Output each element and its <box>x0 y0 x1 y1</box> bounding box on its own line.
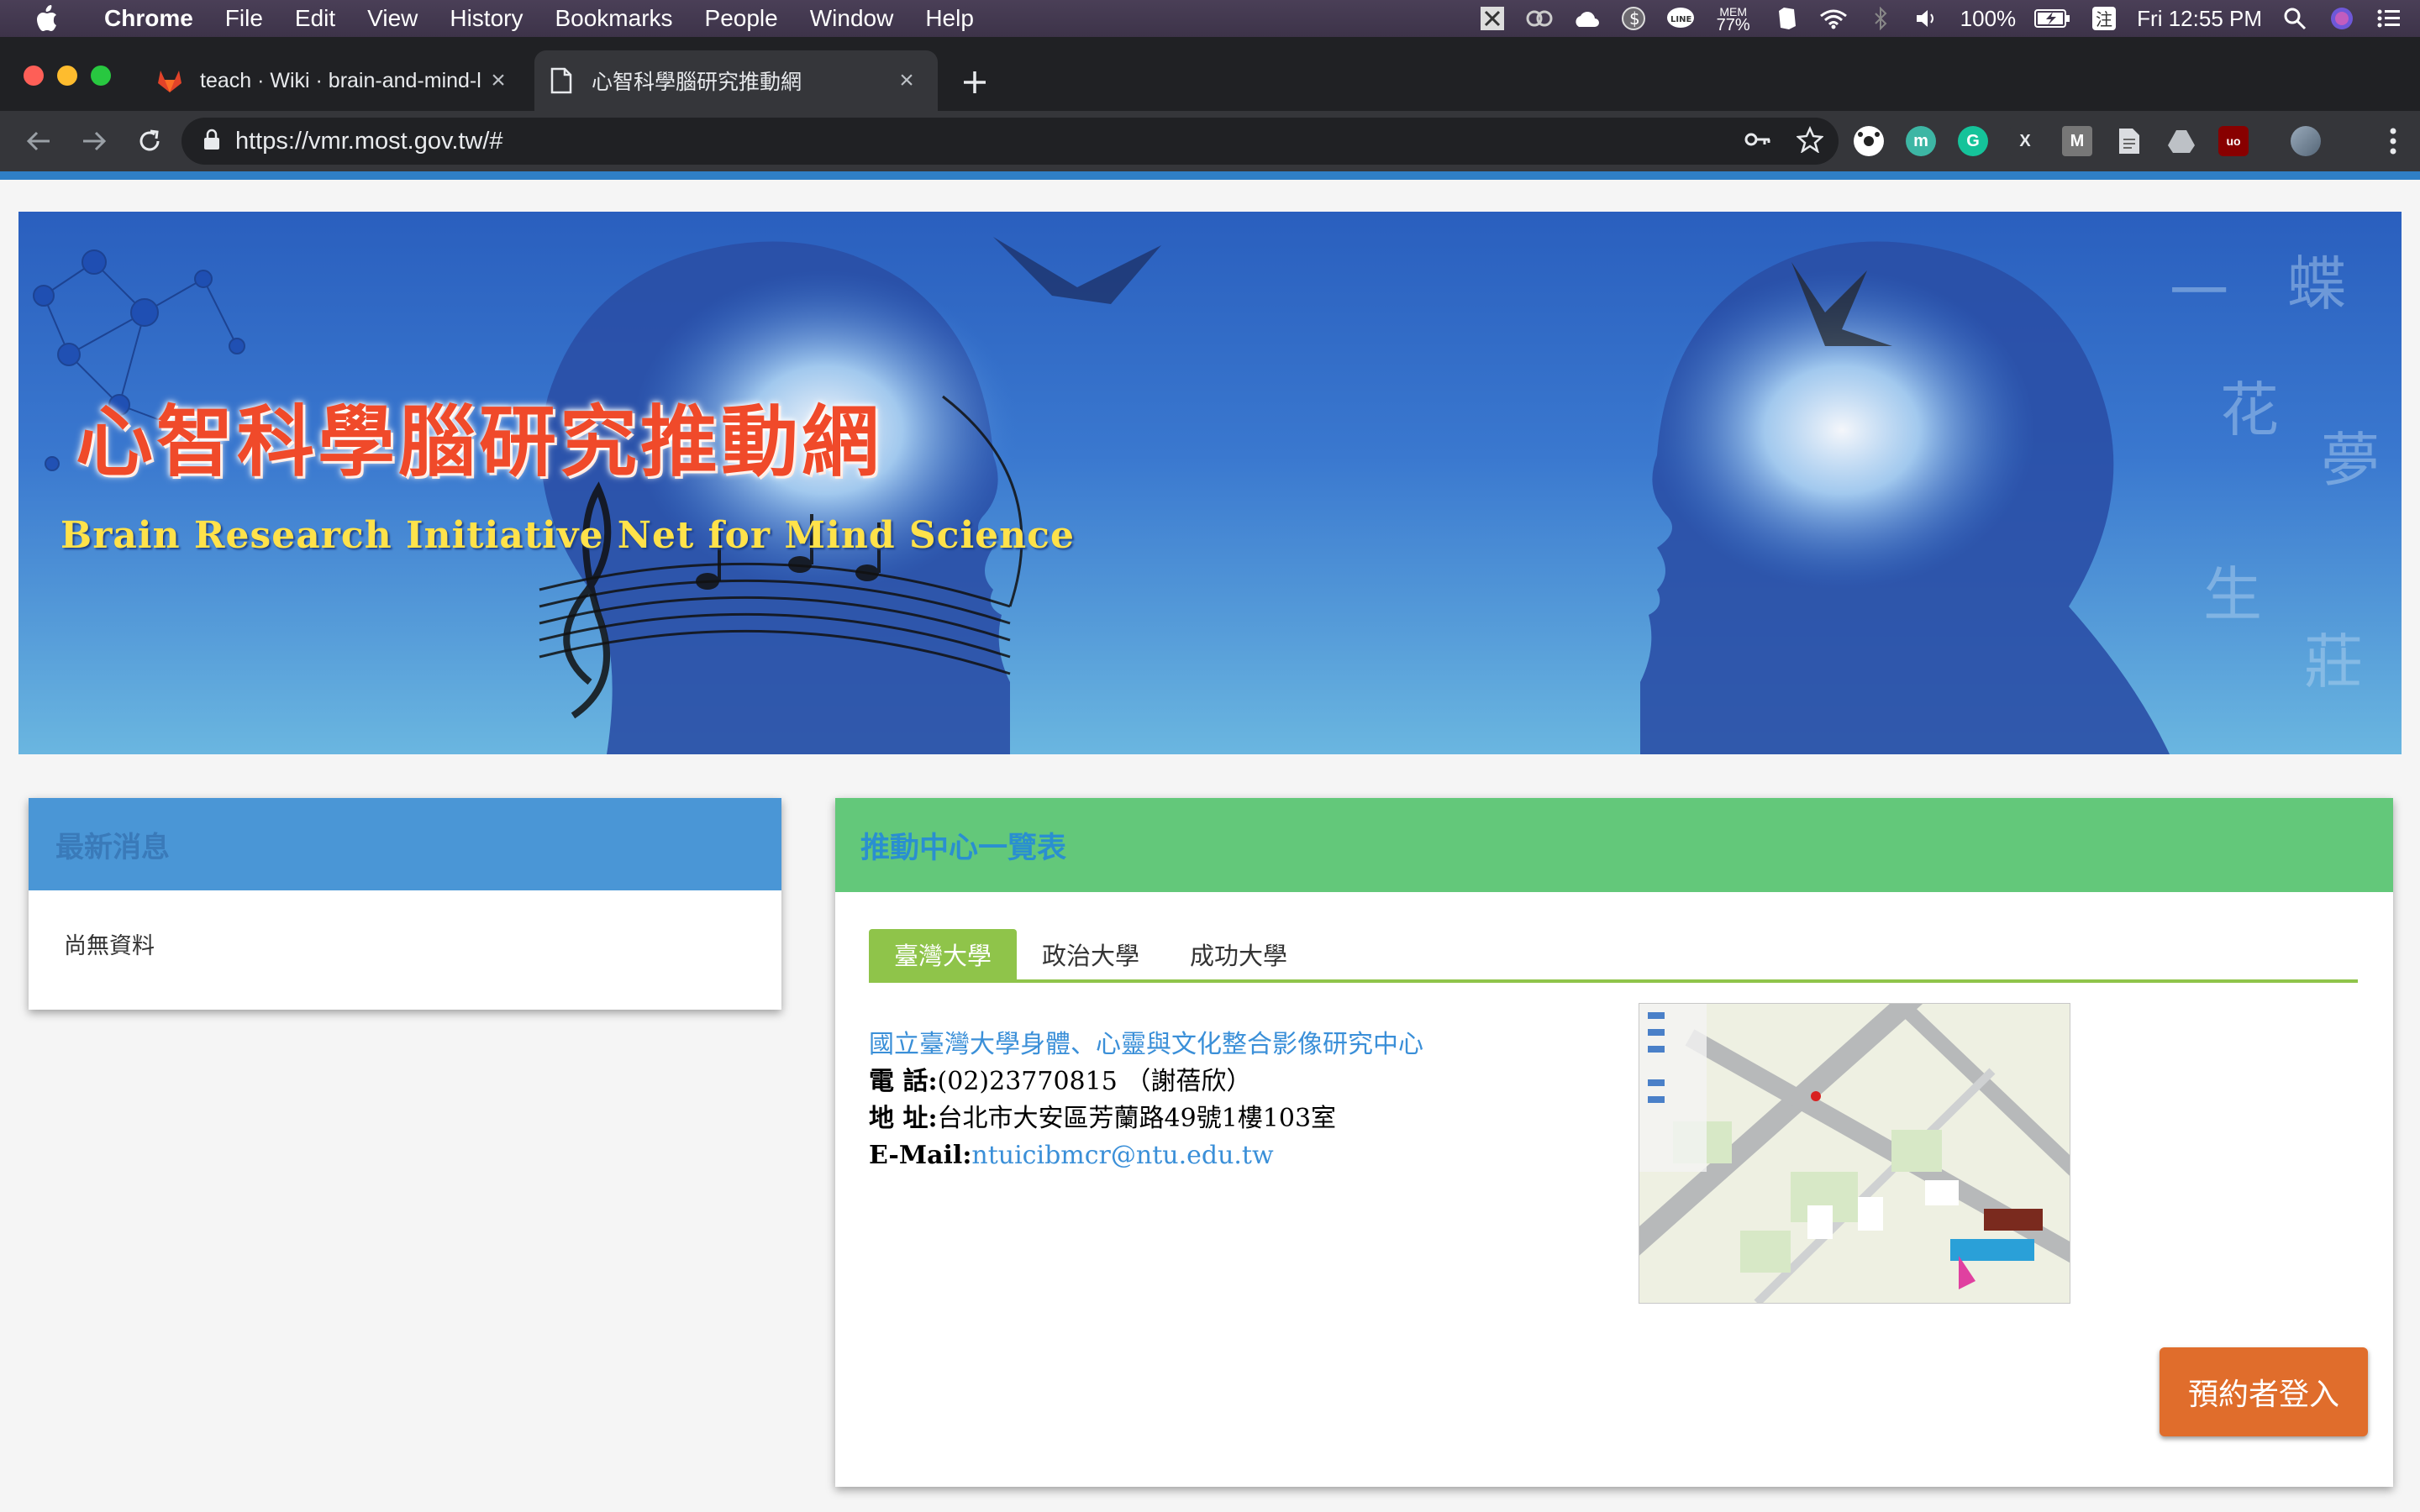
email-line: E-Mail:ntuicibmcr@ntu.edu.tw <box>869 1137 1423 1174</box>
svg-text:生: 生 <box>2203 560 2262 629</box>
dollar-app-icon[interactable]: $ <box>1619 6 1648 31</box>
url-text[interactable]: https://vmr.most.gov.tw/# <box>235 128 503 155</box>
location-map-image[interactable] <box>1639 1003 2070 1304</box>
x-extension-icon[interactable]: X <box>2010 126 2040 156</box>
phone-line: 電 話:(02)23770815 （謝蓓欣） <box>869 1063 1423 1100</box>
address-bar[interactable]: https://vmr.most.gov.tw/# <box>182 118 1839 165</box>
tab-nccu[interactable]: 政治大學 <box>1017 929 1165 979</box>
menu-clock[interactable]: Fri 12:55 PM <box>2137 6 2262 32</box>
m-extension-icon[interactable]: M <box>2062 126 2092 156</box>
address-line: 地 址:台北市大安區芳蘭路49號1樓103室 <box>869 1100 1423 1137</box>
center-panel-heading: 推動中心一覽表 <box>835 798 2393 892</box>
tab-gitlab-wiki[interactable]: teach · Wiki · brain-and-mind-l × <box>143 50 529 111</box>
ublock-icon[interactable]: uo <box>2218 126 2249 156</box>
menu-view[interactable]: View <box>367 5 418 32</box>
center-name-link[interactable]: 國立臺灣大學身體、心靈與文化整合影像研究中心 <box>869 1026 1423 1063</box>
svg-text:夢: 夢 <box>2321 426 2380 495</box>
x-app-icon[interactable] <box>1478 6 1507 31</box>
svg-text:莊: 莊 <box>2304 627 2363 696</box>
web-page: 一蝶 花夢 生莊 心智科學腦研究推動網 Brain Research Initi… <box>0 171 2420 1512</box>
phone-value: (02)23770815 （謝蓓欣） <box>937 1067 1252 1096</box>
document-icon <box>548 67 575 94</box>
profile-avatar[interactable] <box>2291 126 2321 156</box>
site-banner: 一蝶 花夢 生莊 心智科學腦研究推動網 Brain Research Initi… <box>18 212 2402 754</box>
new-tab-button[interactable] <box>956 64 993 101</box>
spotlight-search-icon[interactable] <box>2281 6 2309 31</box>
menu-window[interactable]: Window <box>810 5 894 32</box>
gitlab-icon <box>156 67 183 94</box>
docs-extension-icon[interactable] <box>2114 126 2144 156</box>
lock-icon[interactable] <box>203 129 220 155</box>
news-panel-heading: 最新消息 <box>29 798 781 890</box>
wifi-icon[interactable] <box>1819 6 1848 31</box>
close-icon[interactable]: × <box>894 66 919 94</box>
menu-people[interactable]: People <box>705 5 778 32</box>
drive-extension-icon[interactable] <box>2166 126 2196 156</box>
window-minimize-button[interactable] <box>57 66 77 86</box>
creative-cloud-icon[interactable] <box>1525 6 1554 31</box>
browser-toolbar: https://vmr.most.gov.tw/# m G X M uo <box>0 111 2420 171</box>
tab-title: 心智科學腦研究推動網 <box>592 71 802 94</box>
svg-text:LINE: LINE <box>1670 15 1691 24</box>
menu-help[interactable]: Help <box>925 5 974 32</box>
menu-history[interactable]: History <box>450 5 523 32</box>
forward-arrow-icon[interactable] <box>74 121 114 161</box>
window-close-button[interactable] <box>24 66 44 86</box>
line-app-icon[interactable]: LINE <box>1666 6 1695 31</box>
extensions-area: m G X M uo <box>1854 111 2321 171</box>
browser-tab-strip: teach · Wiki · brain-and-mind-l × 心智科學腦研… <box>0 37 2420 111</box>
center-info: 國立臺灣大學身體、心靈與文化整合影像研究中心 電 話:(02)23770815 … <box>869 1026 1423 1174</box>
reload-icon[interactable] <box>129 121 170 161</box>
bluetooth-icon[interactable] <box>1866 6 1895 31</box>
news-empty-text: 尚無資料 <box>64 933 155 958</box>
memory-value: 77% <box>1716 16 1750 34</box>
notification-center-icon[interactable] <box>2375 6 2403 31</box>
memory-monitor-icon: MEM 77% <box>1713 5 1754 34</box>
tab-ncku[interactable]: 成功大學 <box>1165 929 1313 979</box>
menu-edit[interactable]: Edit <box>295 5 335 32</box>
key-icon[interactable] <box>1744 131 1771 152</box>
mercury-extension-icon[interactable]: m <box>1906 126 1936 156</box>
email-label: E-Mail: <box>869 1141 972 1170</box>
battery-icon[interactable] <box>2034 6 2071 31</box>
bookmark-star-icon[interactable] <box>1796 125 1824 157</box>
window-zoom-button[interactable] <box>91 66 111 86</box>
back-arrow-icon[interactable] <box>18 121 59 161</box>
evernote-icon[interactable] <box>1772 6 1801 31</box>
battery-percent: 100% <box>1960 5 2017 31</box>
email-link[interactable]: ntuicibmcr@ntu.edu.tw <box>971 1141 1273 1170</box>
input-method-icon[interactable]: 注 <box>2090 6 2118 31</box>
close-icon[interactable]: × <box>486 66 511 94</box>
tab-brain-research[interactable]: 心智科學腦研究推動網 × <box>534 50 938 111</box>
siri-icon[interactable] <box>2328 6 2356 31</box>
svg-text:注: 注 <box>2096 9 2112 29</box>
site-header-strip <box>0 171 2420 180</box>
svg-text:$: $ <box>1629 8 1640 29</box>
banner-subtitle: Brain Research Initiative Net for Mind S… <box>60 514 1075 557</box>
grammarly-icon[interactable]: G <box>1958 126 1988 156</box>
banner-title: 心智科學腦研究推動網 <box>76 396 883 487</box>
address-label: 地 址: <box>869 1104 938 1133</box>
menu-bookmarks[interactable]: Bookmarks <box>555 5 672 32</box>
macos-menu-bar: Chrome File Edit View History Bookmarks … <box>0 0 2420 37</box>
cloud-sync-icon[interactable] <box>1572 6 1601 31</box>
volume-icon[interactable] <box>1913 6 1942 31</box>
apple-icon[interactable] <box>32 4 60 33</box>
menu-app-name[interactable]: Chrome <box>104 5 193 32</box>
reservation-login-button[interactable]: 預約者登入 <box>2160 1347 2368 1436</box>
phone-label: 電 話: <box>869 1067 938 1096</box>
soccer-extension-icon[interactable] <box>1854 126 1884 156</box>
svg-text:花: 花 <box>2220 375 2279 444</box>
chrome-menu-icon[interactable] <box>2388 123 2398 164</box>
tab-ntu[interactable]: 臺灣大學 <box>869 929 1018 979</box>
center-list-panel: 推動中心一覽表 臺灣大學 政治大學 成功大學 國立臺灣大學身體、心靈與文化整合影… <box>835 798 2393 1487</box>
svg-text:蝶: 蝶 <box>2287 249 2346 318</box>
svg-text:一: 一 <box>2170 258 2228 327</box>
university-tabs: 臺灣大學 政治大學 成功大學 <box>869 929 2358 983</box>
tab-title: teach · Wiki · brain-and-mind-l <box>200 68 481 92</box>
menu-file[interactable]: File <box>225 5 263 32</box>
address-value: 台北市大安區芳蘭路49號1樓103室 <box>937 1104 1337 1133</box>
news-panel: 最新消息 尚無資料 <box>29 798 781 1010</box>
